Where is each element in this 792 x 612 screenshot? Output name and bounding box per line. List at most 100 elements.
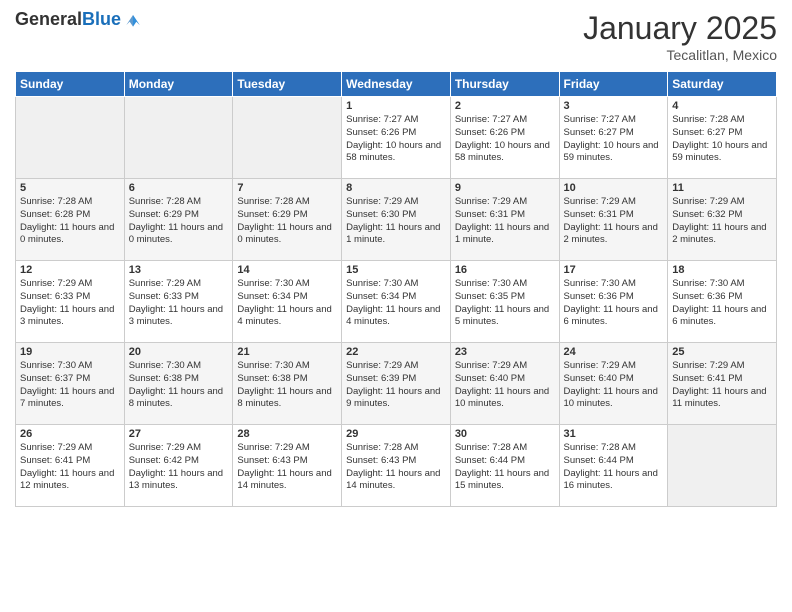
day-info: Sunrise: 7:28 AMSunset: 6:27 PMDaylight:… xyxy=(672,114,772,165)
day-cell: 27Sunrise: 7:29 AMSunset: 6:42 PMDayligh… xyxy=(124,425,233,507)
day-number: 1 xyxy=(346,100,446,112)
day-cell: 9 Sunrise: 7:29 AMSunset: 6:31 PMDaylight… xyxy=(450,179,559,261)
day-info: Sunrise: 7:27 AMSunset: 6:26 PMDaylight:… xyxy=(346,114,446,165)
day-number: 17 xyxy=(564,264,664,276)
day-cell: 16Sunrise: 7:30 AMSunset: 6:35 PMDayligh… xyxy=(450,261,559,343)
week-row-4: 19 Sunrise: 7:30 AMSunset: 6:37 PMDayligh… xyxy=(16,343,777,425)
day-number: 2 xyxy=(455,100,555,112)
week-row-2: 5 Sunrise: 7:28 AMSunset: 6:28 PMDaylight… xyxy=(16,179,777,261)
week-row-3: 12 Sunrise: 7:29 AMSunset: 6:33 PMDayligh… xyxy=(16,261,777,343)
day-number: 26 xyxy=(20,428,120,440)
day-cell: 20 Sunrise: 7:30 AMSunset: 6:38 PMDayligh… xyxy=(124,343,233,425)
day-number: 24 xyxy=(564,346,664,358)
day-cell: 14Sunrise: 7:30 AMSunset: 6:34 PMDayligh… xyxy=(233,261,342,343)
day-number: 11 xyxy=(672,182,772,194)
day-info: Sunrise: 7:27 AMSunset: 6:26 PMDaylight:… xyxy=(455,114,555,165)
col-header-monday: Monday xyxy=(124,72,233,97)
day-info: Sunrise: 7:29 AMSunset: 6:32 PMDaylight:… xyxy=(672,196,772,247)
day-number: 12 xyxy=(20,264,120,276)
day-info: Sunrise: 7:29 AMSunset: 6:31 PMDaylight:… xyxy=(455,196,555,247)
day-number: 8 xyxy=(346,182,446,194)
day-info: Sunrise: 7:28 AMSunset: 6:28 PMDaylight:… xyxy=(20,196,120,247)
day-number: 28 xyxy=(237,428,337,440)
day-cell: 7 Sunrise: 7:28 AMSunset: 6:29 PMDaylight… xyxy=(233,179,342,261)
day-info: Sunrise: 7:28 AMSunset: 6:29 PMDaylight:… xyxy=(237,196,337,247)
day-info: Sunrise: 7:29 AMSunset: 6:33 PMDaylight:… xyxy=(20,278,120,329)
col-header-wednesday: Wednesday xyxy=(342,72,451,97)
day-cell: 23 Sunrise: 7:29 AMSunset: 6:40 PMDayligh… xyxy=(450,343,559,425)
day-info: Sunrise: 7:30 AMSunset: 6:37 PMDaylight:… xyxy=(20,360,120,411)
day-cell: 19 Sunrise: 7:30 AMSunset: 6:37 PMDayligh… xyxy=(16,343,125,425)
title-block: January 2025 Tecalitlan, Mexico xyxy=(583,10,777,63)
day-info: Sunrise: 7:29 AMSunset: 6:43 PMDaylight:… xyxy=(237,442,337,493)
day-number: 22 xyxy=(346,346,446,358)
day-info: Sunrise: 7:30 AMSunset: 6:34 PMDaylight:… xyxy=(237,278,337,329)
day-number: 6 xyxy=(129,182,229,194)
day-info: Sunrise: 7:29 AMSunset: 6:30 PMDaylight:… xyxy=(346,196,446,247)
day-cell: 5 Sunrise: 7:28 AMSunset: 6:28 PMDaylight… xyxy=(16,179,125,261)
header: GeneralBlue January 2025 Tecalitlan, Mex… xyxy=(15,10,777,63)
page-container: GeneralBlue January 2025 Tecalitlan, Mex… xyxy=(0,0,792,517)
day-info: Sunrise: 7:30 AMSunset: 6:35 PMDaylight:… xyxy=(455,278,555,329)
col-header-tuesday: Tuesday xyxy=(233,72,342,97)
day-number: 5 xyxy=(20,182,120,194)
day-number: 23 xyxy=(455,346,555,358)
day-number: 9 xyxy=(455,182,555,194)
day-cell: 6 Sunrise: 7:28 AMSunset: 6:29 PMDaylight… xyxy=(124,179,233,261)
day-cell: 4Sunrise: 7:28 AMSunset: 6:27 PMDaylight… xyxy=(668,97,777,179)
day-number: 10 xyxy=(564,182,664,194)
location: Tecalitlan, Mexico xyxy=(583,47,777,63)
day-cell: 18 Sunrise: 7:30 AMSunset: 6:36 PMDayligh… xyxy=(668,261,777,343)
calendar-table: SundayMondayTuesdayWednesdayThursdayFrid… xyxy=(15,71,777,507)
day-info: Sunrise: 7:28 AMSunset: 6:29 PMDaylight:… xyxy=(129,196,229,247)
day-info: Sunrise: 7:29 AMSunset: 6:41 PMDaylight:… xyxy=(20,442,120,493)
day-cell: 28 Sunrise: 7:29 AMSunset: 6:43 PMDayligh… xyxy=(233,425,342,507)
logo: GeneralBlue xyxy=(15,10,143,30)
day-cell xyxy=(124,97,233,179)
day-cell: 26 Sunrise: 7:29 AMSunset: 6:41 PMDayligh… xyxy=(16,425,125,507)
day-number: 15 xyxy=(346,264,446,276)
day-number: 18 xyxy=(672,264,772,276)
day-number: 7 xyxy=(237,182,337,194)
col-header-thursday: Thursday xyxy=(450,72,559,97)
day-cell: 30 Sunrise: 7:28 AMSunset: 6:44 PMDayligh… xyxy=(450,425,559,507)
day-cell: 1 Sunrise: 7:27 AMSunset: 6:26 PMDaylight… xyxy=(342,97,451,179)
day-info: Sunrise: 7:28 AMSunset: 6:44 PMDaylight:… xyxy=(564,442,664,493)
day-cell: 12 Sunrise: 7:29 AMSunset: 6:33 PMDayligh… xyxy=(16,261,125,343)
day-cell xyxy=(16,97,125,179)
day-cell: 17Sunrise: 7:30 AMSunset: 6:36 PMDayligh… xyxy=(559,261,668,343)
day-info: Sunrise: 7:29 AMSunset: 6:39 PMDaylight:… xyxy=(346,360,446,411)
day-cell: 25 Sunrise: 7:29 AMSunset: 6:41 PMDayligh… xyxy=(668,343,777,425)
day-cell: 3Sunrise: 7:27 AMSunset: 6:27 PMDaylight… xyxy=(559,97,668,179)
day-cell: 11 Sunrise: 7:29 AMSunset: 6:32 PMDayligh… xyxy=(668,179,777,261)
day-cell: 24 Sunrise: 7:29 AMSunset: 6:40 PMDayligh… xyxy=(559,343,668,425)
day-cell: 29 Sunrise: 7:28 AMSunset: 6:43 PMDayligh… xyxy=(342,425,451,507)
day-cell: 8 Sunrise: 7:29 AMSunset: 6:30 PMDaylight… xyxy=(342,179,451,261)
day-info: Sunrise: 7:30 AMSunset: 6:36 PMDaylight:… xyxy=(672,278,772,329)
col-header-sunday: Sunday xyxy=(16,72,125,97)
day-info: Sunrise: 7:29 AMSunset: 6:41 PMDaylight:… xyxy=(672,360,772,411)
day-info: Sunrise: 7:29 AMSunset: 6:40 PMDaylight:… xyxy=(564,360,664,411)
col-header-friday: Friday xyxy=(559,72,668,97)
day-number: 20 xyxy=(129,346,229,358)
day-info: Sunrise: 7:28 AMSunset: 6:44 PMDaylight:… xyxy=(455,442,555,493)
day-number: 19 xyxy=(20,346,120,358)
day-cell: 15Sunrise: 7:30 AMSunset: 6:34 PMDayligh… xyxy=(342,261,451,343)
header-row: SundayMondayTuesdayWednesdayThursdayFrid… xyxy=(16,72,777,97)
day-info: Sunrise: 7:30 AMSunset: 6:38 PMDaylight:… xyxy=(129,360,229,411)
day-info: Sunrise: 7:29 AMSunset: 6:42 PMDaylight:… xyxy=(129,442,229,493)
day-number: 21 xyxy=(237,346,337,358)
day-info: Sunrise: 7:29 AMSunset: 6:31 PMDaylight:… xyxy=(564,196,664,247)
day-info: Sunrise: 7:28 AMSunset: 6:43 PMDaylight:… xyxy=(346,442,446,493)
day-number: 30 xyxy=(455,428,555,440)
week-row-1: 1 Sunrise: 7:27 AMSunset: 6:26 PMDaylight… xyxy=(16,97,777,179)
logo-icon xyxy=(123,10,143,30)
month-title: January 2025 xyxy=(583,10,777,47)
day-info: Sunrise: 7:29 AMSunset: 6:40 PMDaylight:… xyxy=(455,360,555,411)
day-number: 29 xyxy=(346,428,446,440)
day-cell xyxy=(668,425,777,507)
col-header-saturday: Saturday xyxy=(668,72,777,97)
day-cell xyxy=(233,97,342,179)
day-number: 25 xyxy=(672,346,772,358)
logo-general: GeneralBlue xyxy=(15,10,121,30)
